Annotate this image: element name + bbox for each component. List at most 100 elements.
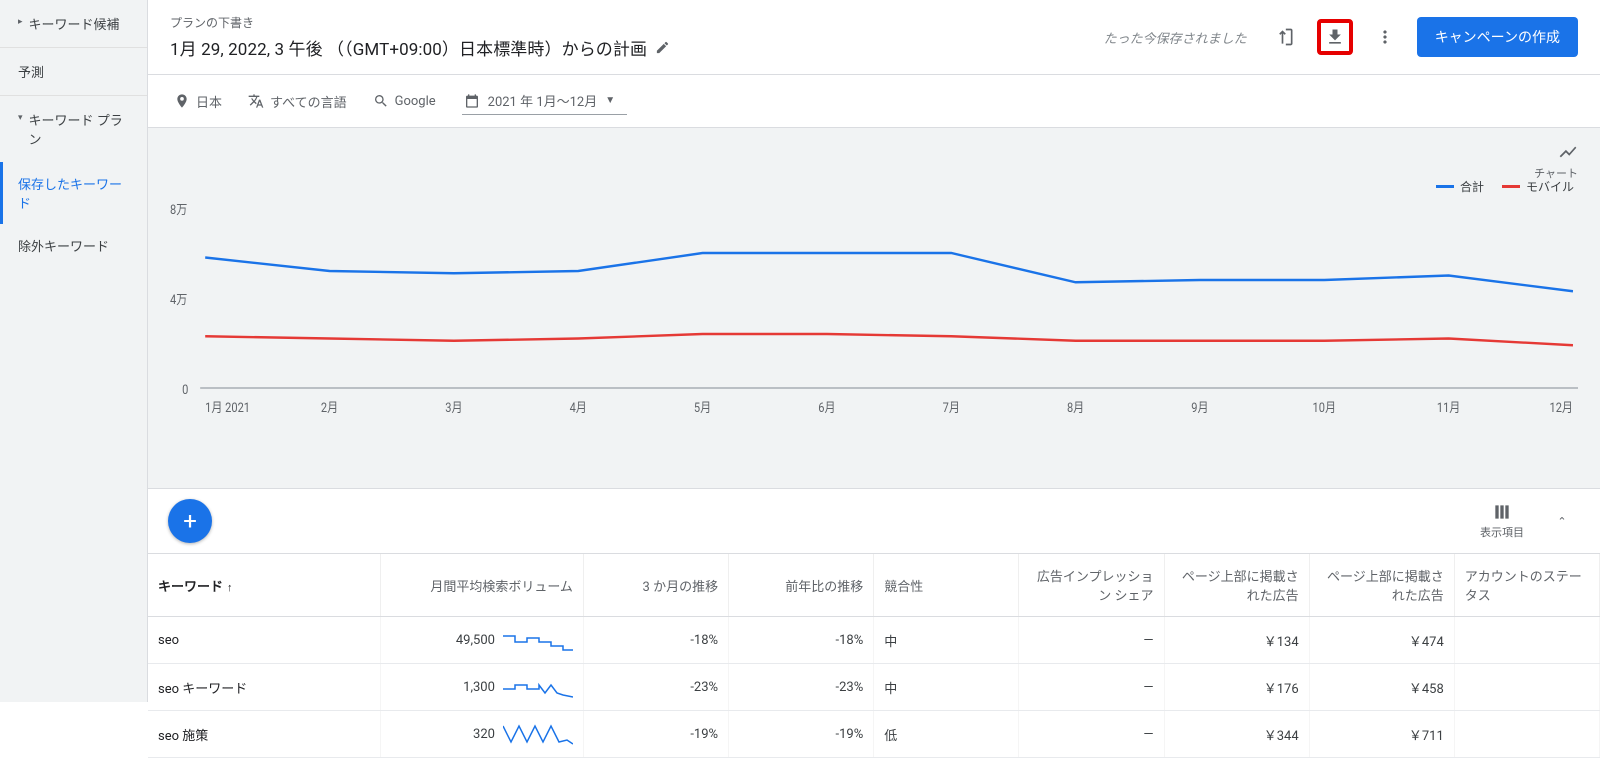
plan-draft-label: プランの下書き <box>170 14 1104 31</box>
table-cell: 1,300 <box>380 664 583 711</box>
table-cell: 中 <box>874 664 1019 711</box>
sidebar-item-keyword-plan[interactable]: キーワード プラン <box>0 96 147 162</box>
plan-title[interactable]: 1月 29, 2022, 3 午後 （（GMT+09:00）日本標準時）からの計… <box>170 35 1104 60</box>
columns-icon <box>1492 502 1512 522</box>
filter-language-label: すべての言語 <box>270 92 347 111</box>
table-cell: — <box>1019 711 1164 758</box>
svg-text:10月: 10月 <box>1313 400 1336 415</box>
columns-toggle-label: 表示項目 <box>1480 526 1524 539</box>
svg-text:5月: 5月 <box>694 400 711 415</box>
table-header[interactable]: 広告インプレッション シェア <box>1019 554 1164 617</box>
svg-text:6月: 6月 <box>818 400 835 415</box>
table-row[interactable]: seo キーワード1,300-23%-23%中—￥176￥458 <box>148 664 1600 711</box>
table-header[interactable]: キーワード↑ <box>148 554 380 617</box>
sidebar-item-keyword-ideas[interactable]: キーワード候補 <box>0 0 147 48</box>
expand-toggle[interactable]: ⌃ <box>1544 515 1580 528</box>
table-cell <box>1454 711 1599 758</box>
table-header[interactable]: 月間平均検索ボリューム <box>380 554 583 617</box>
table-cell: ￥458 <box>1309 664 1454 711</box>
chart-view-toggle[interactable]: チャート <box>1534 142 1578 181</box>
calendar-icon <box>464 93 480 109</box>
legend-label: 合計 <box>1460 178 1484 195</box>
search-network-icon <box>373 93 389 109</box>
table-cell: -18% <box>729 617 874 664</box>
filter-date-range[interactable]: 2021 年 1月〜12月 ▼ <box>462 87 628 115</box>
chart-area: チャート 合計 モバイル 8万 4万 0 1月 20212月3月4月5月6月7月… <box>148 128 1600 488</box>
table-cell: ￥176 <box>1164 664 1309 711</box>
table-cell: 中 <box>874 617 1019 664</box>
filter-network-label: Google <box>395 94 436 109</box>
filter-location[interactable]: 日本 <box>174 92 222 111</box>
more-vert-icon <box>1375 27 1395 47</box>
table-cell <box>1454 617 1599 664</box>
table-cell: -23% <box>729 664 874 711</box>
create-campaign-button[interactable]: キャンペーンの作成 <box>1417 17 1578 57</box>
table-cell: ￥474 <box>1309 617 1454 664</box>
svg-text:9月: 9月 <box>1191 400 1208 415</box>
keyword-table: キーワード↑月間平均検索ボリューム3 か月の推移前年比の推移競合性広告インプレッ… <box>148 554 1600 758</box>
filter-language[interactable]: すべての言語 <box>248 92 347 111</box>
filter-location-label: 日本 <box>196 92 222 111</box>
saved-status: たった今保存されました <box>1104 28 1247 47</box>
table-header[interactable]: アカウントのステータス <box>1454 554 1599 617</box>
table-cell: -19% <box>583 711 728 758</box>
sidebar-sub-negative-keywords[interactable]: 除外キーワード <box>0 224 147 267</box>
table-cell: ￥134 <box>1164 617 1309 664</box>
sidebar-item-label: キーワード プラン <box>29 110 129 148</box>
download-icon <box>1325 27 1345 47</box>
table-cell <box>1454 664 1599 711</box>
columns-toggle[interactable]: 表示項目 <box>1480 502 1524 540</box>
svg-text:11月: 11月 <box>1437 400 1460 415</box>
svg-text:1月 2021: 1月 2021 <box>205 400 250 415</box>
add-keyword-button[interactable]: + <box>168 499 212 543</box>
download-button[interactable] <box>1317 19 1353 55</box>
svg-text:2月: 2月 <box>321 400 338 415</box>
chart-legend: 合計 モバイル <box>1436 178 1574 195</box>
sidebar-item-label: 除外キーワード <box>18 240 109 255</box>
legend-swatch-icon <box>1436 185 1454 188</box>
table-cell: seo <box>148 617 380 664</box>
sidebar: キーワード候補 予測 キーワード プラン 保存したキーワード 除外キーワード <box>0 0 148 702</box>
translate-icon <box>248 93 264 109</box>
edit-icon[interactable] <box>655 40 670 55</box>
filter-bar: 日本 すべての言語 Google 2021 年 1月〜12月 ▼ <box>148 75 1600 128</box>
sidebar-sub-saved-keywords[interactable]: 保存したキーワード <box>0 162 147 224</box>
more-button[interactable] <box>1367 19 1403 55</box>
svg-text:8月: 8月 <box>1067 400 1084 415</box>
table-cell: seo キーワード <box>148 664 380 711</box>
sidebar-item-label: キーワード候補 <box>29 14 120 33</box>
table-header-row: キーワード↑月間平均検索ボリューム3 か月の推移前年比の推移競合性広告インプレッ… <box>148 554 1600 617</box>
share-button[interactable] <box>1267 19 1303 55</box>
svg-text:4万: 4万 <box>170 292 187 307</box>
chart-line-icon <box>1558 142 1578 162</box>
table-cell: ￥344 <box>1164 711 1309 758</box>
sidebar-item-forecast[interactable]: 予測 <box>0 48 147 96</box>
table-header[interactable]: 前年比の推移 <box>729 554 874 617</box>
table-cell: -19% <box>729 711 874 758</box>
chevron-down-icon: ▼ <box>605 95 615 106</box>
filter-date-label: 2021 年 1月〜12月 <box>488 91 598 110</box>
svg-text:12月: 12月 <box>1550 400 1573 415</box>
table-row[interactable]: seo 施策320-19%-19%低—￥344￥711 <box>148 711 1600 758</box>
table-cell: 低 <box>874 711 1019 758</box>
legend-label: モバイル <box>1526 178 1574 195</box>
table-cell: -23% <box>583 664 728 711</box>
line-chart: 8万 4万 0 1月 20212月3月4月5月6月7月8月9月10月11月12月 <box>170 202 1578 442</box>
share-icon <box>1275 27 1295 47</box>
filter-network[interactable]: Google <box>373 93 436 109</box>
plus-icon: + <box>183 507 197 535</box>
table-cell: — <box>1019 617 1164 664</box>
table-header[interactable]: 3 か月の推移 <box>583 554 728 617</box>
table-header[interactable]: ページ上部に掲載された広告 <box>1309 554 1454 617</box>
legend-mobile[interactable]: モバイル <box>1502 178 1574 195</box>
table-toolbar: + 表示項目 ⌃ <box>148 488 1600 554</box>
plan-title-text: 1月 29, 2022, 3 午後 （（GMT+09:00）日本標準時）からの計… <box>170 35 647 60</box>
sidebar-item-label: 予測 <box>18 66 44 81</box>
topbar: プランの下書き 1月 29, 2022, 3 午後 （（GMT+09:00）日本… <box>148 0 1600 75</box>
table-row[interactable]: seo49,500-18%-18%中—￥134￥474 <box>148 617 1600 664</box>
table-header[interactable]: ページ上部に掲載された広告 <box>1164 554 1309 617</box>
svg-text:4月: 4月 <box>570 400 587 415</box>
table-header[interactable]: 競合性 <box>874 554 1019 617</box>
table-cell: seo 施策 <box>148 711 380 758</box>
legend-total[interactable]: 合計 <box>1436 178 1484 195</box>
